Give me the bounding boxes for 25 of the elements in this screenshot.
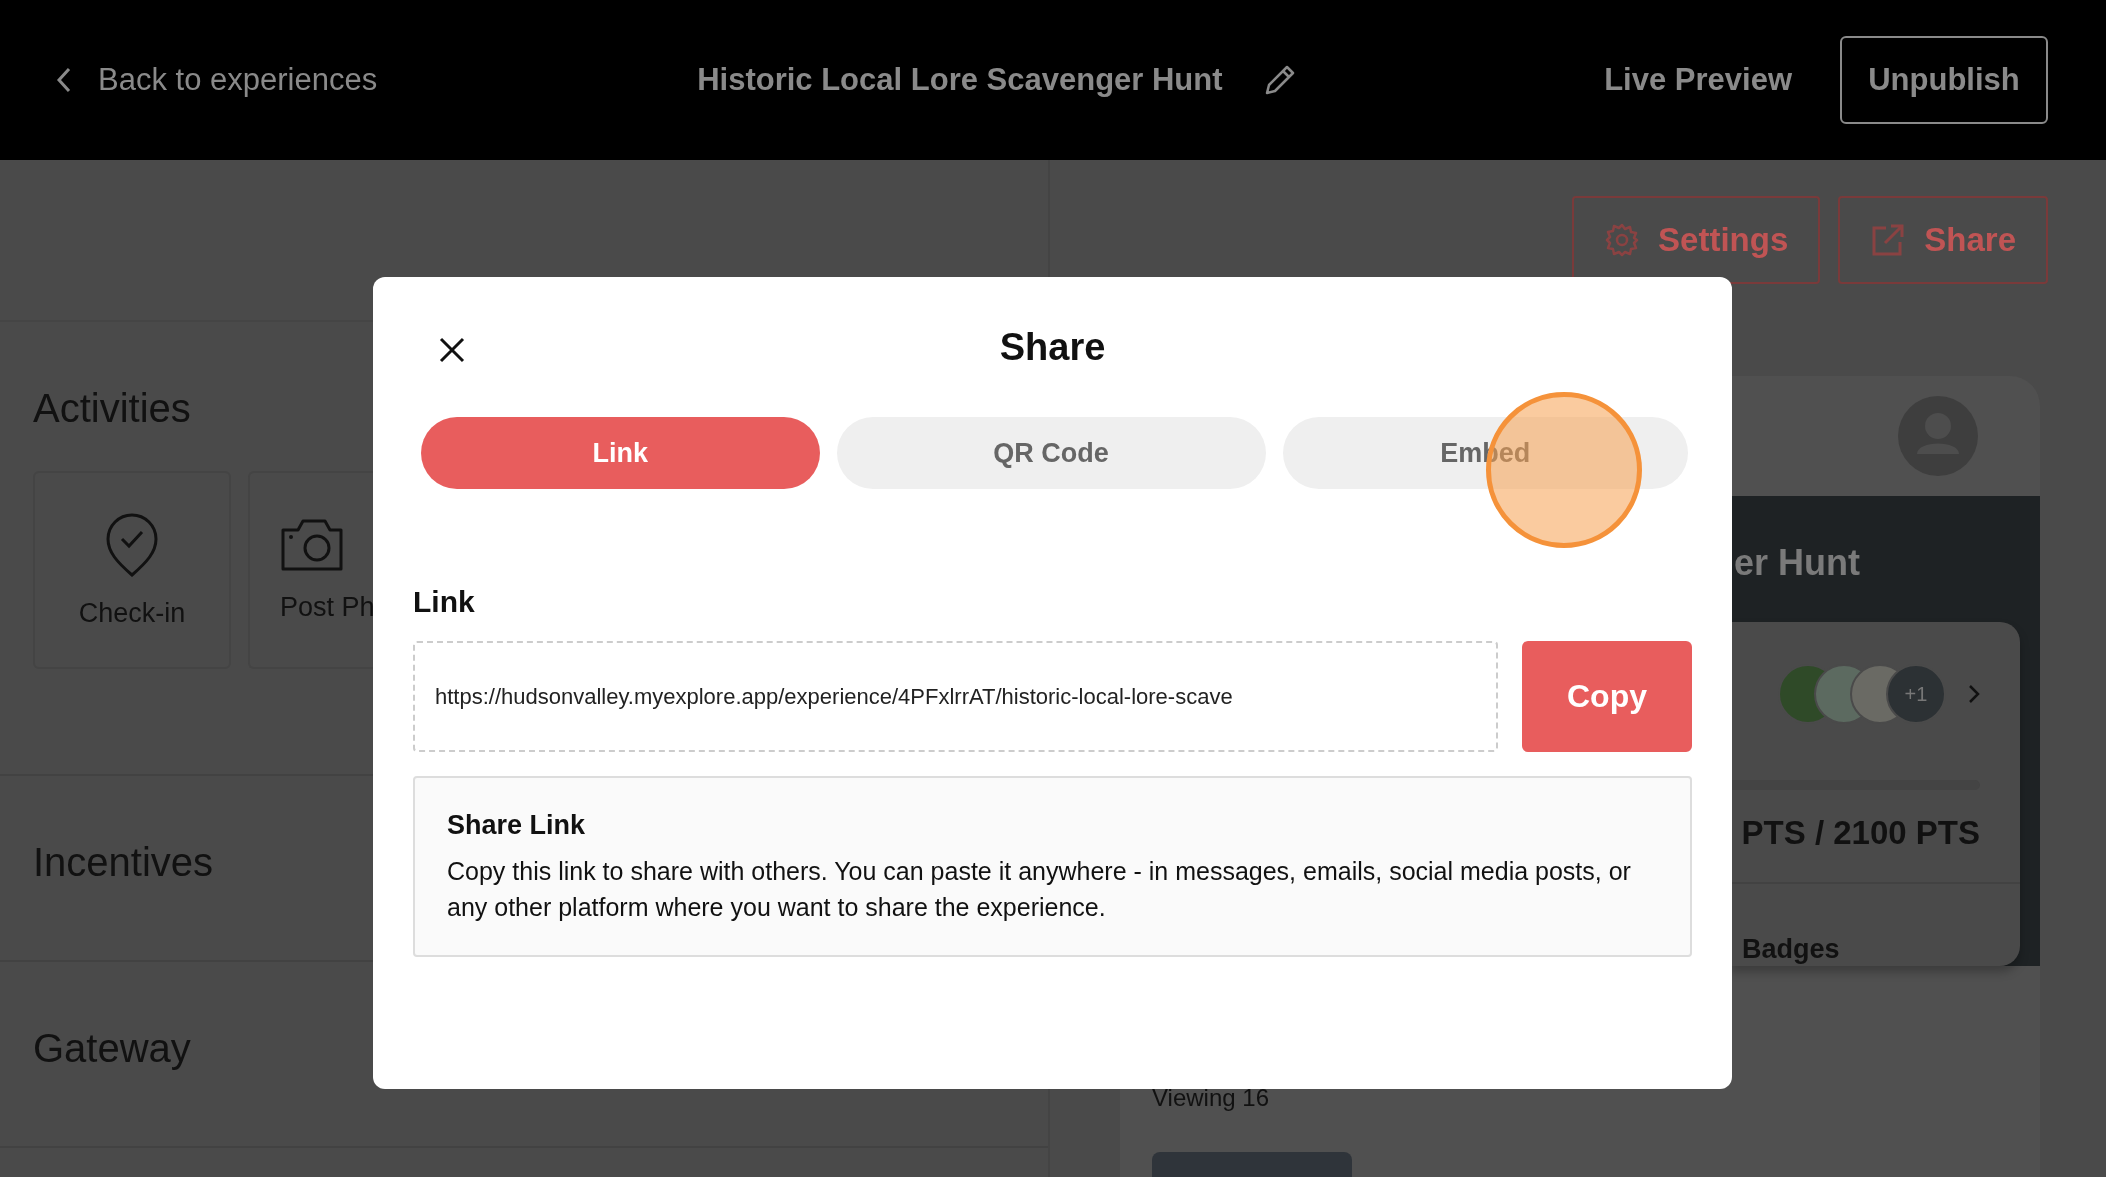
- activity-card[interactable]: Check-in: [33, 471, 231, 669]
- experience-title: Historic Local Lore Scavenger Hunt: [697, 62, 1223, 98]
- copy-button[interactable]: Copy: [1522, 641, 1692, 752]
- field-label: Link: [413, 585, 476, 619]
- more-count-badge: +1: [1886, 664, 1946, 724]
- info-text: Copy this link to share with others. You can paste it anywhere - in messages, emails, social media posts, or any other platform where you want to share the experience.: [447, 856, 1632, 923]
- dialog-title: Share: [999, 325, 1106, 369]
- tab[interactable]: Link: [421, 417, 820, 489]
- experience-title: er Hunt: [1734, 542, 1860, 584]
- chevron-left-icon: [56, 67, 72, 93]
- url-field[interactable]: https://hudsonvalley.myexplore.app/experience/4PFxlrrAT/historic-local-lore-scave: [413, 641, 1498, 752]
- unpublish-button[interactable]: Unpublish: [1840, 36, 2048, 124]
- tab[interactable]: QR Code: [836, 417, 1266, 489]
- close-icon: [439, 337, 465, 363]
- settings-icon: [1604, 222, 1641, 258]
- live-preview-link[interactable]: Live Preview: [1604, 62, 1792, 98]
- external-link-icon: [1870, 222, 1907, 258]
- viewing-count: Viewing 16: [1152, 1084, 1269, 1112]
- points-text: PTS / 2100 PTS: [1741, 814, 1980, 852]
- location-check-icon: [105, 511, 159, 578]
- back-link[interactable]: Back to experiences: [56, 62, 378, 98]
- info-title: Share Link: [447, 810, 587, 841]
- badges-label[interactable]: Badges: [1742, 934, 1840, 965]
- camera-icon: [280, 517, 344, 572]
- share-button[interactable]: Share: [1838, 196, 2048, 284]
